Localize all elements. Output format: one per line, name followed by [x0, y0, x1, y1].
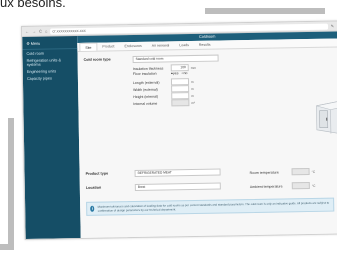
info-text: Maximum tolerances and calculation of lo… [97, 200, 330, 213]
field-unit: m³ [191, 100, 196, 105]
field-label: Floor insulation [132, 71, 157, 77]
tab-product[interactable]: Product [97, 42, 119, 50]
field-label: Internal volume [133, 101, 158, 106]
tab-loads[interactable]: Loads [174, 41, 194, 49]
tab-air-renewal[interactable]: Air renewal [147, 41, 175, 49]
room-temp-unit: °C [311, 169, 316, 174]
cold-room-image [316, 101, 337, 134]
tab-results[interactable]: Results [194, 41, 216, 49]
room-temp-label: Room temperature [249, 170, 279, 175]
field-label: Width (external) [133, 87, 158, 92]
floor-no-label: no [183, 71, 188, 76]
ambient-temp-unit: °C [311, 183, 316, 188]
main-panel: Coldroom Site Product Enclosures Air ren… [77, 31, 337, 238]
product-type-label: Product type [85, 171, 109, 176]
product-type-select[interactable]: REFRIGERATED MEAT [134, 168, 221, 178]
location-label: Location [85, 185, 102, 190]
info-icon: i [90, 205, 95, 212]
app-window: ⚙ Menu Cold room Refrigeration units & s… [22, 31, 337, 239]
decorative-bar-left [8, 118, 14, 248]
field-unit: m [191, 93, 194, 98]
cold-room-type-label: Cold room type [83, 57, 111, 62]
field-label: Length (external) [132, 80, 160, 85]
field-label: Height (internal) [133, 94, 159, 99]
field-unit: m [191, 86, 194, 91]
sidebar-menu-label: Menu [30, 41, 41, 46]
room-temp-input[interactable] [291, 167, 310, 176]
back-icon[interactable]: ← [25, 29, 29, 34]
field-label: Insulation thickness [132, 66, 164, 71]
browser-window: ← → C ⌂ cr.xxxxxxxxxxx.xxx ✎ ⚙ Menu Cold… [21, 20, 337, 240]
internal-volume-value [171, 99, 190, 107]
location-select[interactable]: Brest [134, 182, 221, 192]
ambient-temp-label: Ambient temperature [249, 183, 283, 189]
form-area: Cold room type Standard cold room Insula… [77, 47, 337, 238]
sidebar-item-refrigeration-units[interactable]: Refrigeration units & systems [23, 56, 78, 68]
home-icon[interactable]: ⌂ [45, 29, 48, 34]
sidebar-item-capacity-pipes[interactable]: Capacity pipes [23, 75, 78, 83]
field-unit: m [190, 79, 194, 84]
sidebar-menu-button[interactable]: ⚙ Menu [22, 36, 78, 50]
menu-icon: ⚙ [26, 41, 30, 46]
field-unit: mm [190, 65, 197, 70]
edit-icon[interactable]: ✎ [331, 24, 334, 29]
ambient-temp-input[interactable] [291, 181, 310, 190]
sidebar: ⚙ Menu Cold room Refrigeration units & s… [22, 36, 81, 239]
info-banner: i Maximum tolerances and calculation of … [86, 197, 335, 216]
forward-icon[interactable]: → [32, 29, 36, 34]
decorative-bar-bottom [0, 244, 14, 250]
caption-text: ux besoins. [0, 0, 66, 10]
refresh-icon[interactable]: C [39, 29, 42, 34]
tab-enclosures[interactable]: Enclosures [119, 42, 146, 50]
cold-room-type-select[interactable]: Standard cold room [132, 54, 219, 64]
decorative-bar-top [205, 8, 325, 14]
floor-yes-label: yes [172, 71, 179, 76]
tab-site[interactable]: Site [79, 42, 98, 51]
